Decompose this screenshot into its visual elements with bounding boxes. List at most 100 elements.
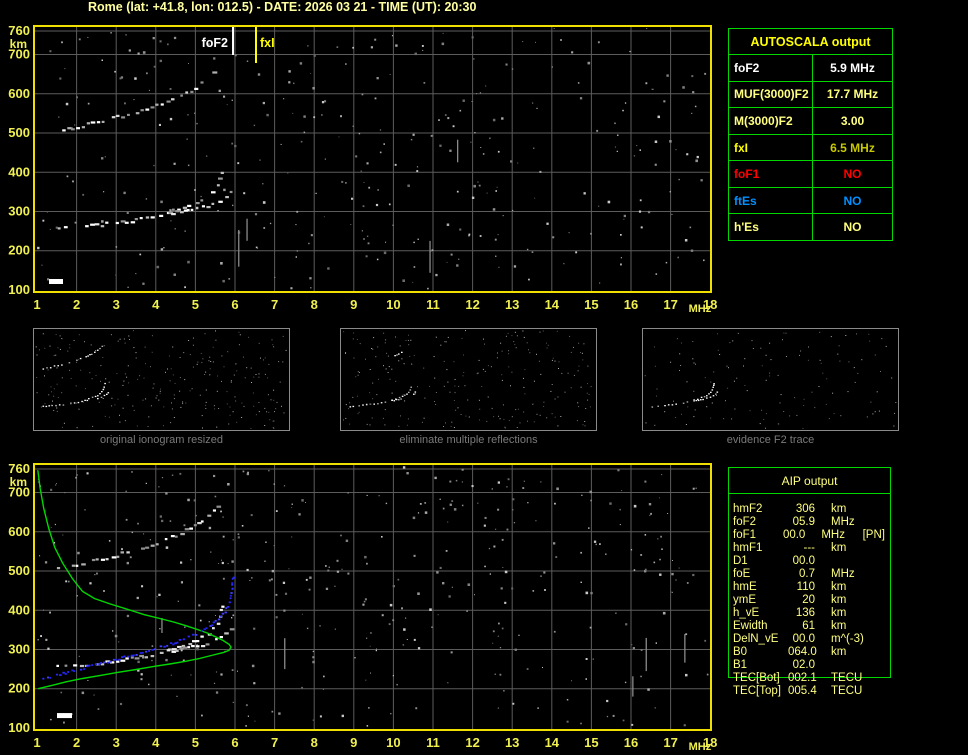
aip-u-cell: MHz [821,529,845,541]
parameter-label: fxI [729,134,813,161]
aip-l-cell: hmF2 [733,503,763,515]
autoscala-row-foF2: foF2 5.9 MHz [729,55,892,82]
parameter-label: foF2 [729,55,813,81]
parameter-value: 17.7 MHz [826,87,879,102]
thumbnail-caption-evidence: evidence F2 trace [726,434,815,446]
svg-text:6: 6 [231,297,238,312]
fxI-marker-label: fxI [260,36,275,50]
grid-lines [35,465,710,729]
svg-text:300: 300 [8,204,30,219]
aip-l-cell: foF2 [733,516,757,528]
aip-u-cell: km [831,503,847,515]
aip-row-B1: B1 02.0 [733,659,885,672]
svg-text:600: 600 [8,86,30,101]
thumbnail-original-ionogram-image [35,330,287,429]
autoscala-output-table: AUTOSCALA output foF2 5.9 MHz MUF(3000)F2 1… [728,28,893,241]
svg-text:600: 600 [8,524,30,539]
svg-text:9: 9 [350,297,357,312]
aip-u-cell: km [831,620,847,632]
tec-bottom-row: TEC[Bot] 002.1 TECU [733,672,885,685]
aip-u-cell: m^(-3) [831,633,864,645]
autoscala-row-foF1: foF1 NO [729,161,892,188]
parameter-label: M(3000)F2 [729,108,813,134]
aip-u-cell: km [831,542,847,554]
aip-u-cell: km [831,646,847,658]
parameter-value: NO [843,193,862,208]
aip-row-foE: foE 0.7 MHz [733,568,885,581]
aip-table-title: AIP output [729,468,890,494]
parameter-label: MUF(3000)F2 [729,81,813,108]
parameter-value: NO [843,220,862,235]
aip-v-cell: 00.0 [782,529,806,541]
svg-text:760: 760 [8,23,30,38]
restored-trace-blue [42,576,235,680]
aip-u-cell [831,555,871,568]
x-axis-labels: 1 2 3 4 5 6 7 8 9 10 11 12 13 14 15 16 17 18MHz [33,297,717,315]
svg-text:11: 11 [426,297,440,312]
aip-v-cell: 064.0 [788,646,817,658]
svg-text:200: 200 [8,681,30,696]
parameter-value: 6.5 MHz [830,140,875,155]
svg-text:MHz: MHz [689,303,712,315]
tec-top-row: TEC[Top] 005.4 TECU [733,685,885,698]
svg-text:11: 11 [426,735,440,750]
aip-l-cell: hmF1 [733,542,763,554]
aip-u-cell: km [831,594,847,606]
aip-u-cell [831,659,871,672]
svg-text:3: 3 [113,297,120,312]
svg-text:15: 15 [584,735,598,750]
aip-l-cell: TEC[Top] [733,685,781,697]
svg-text:5: 5 [192,297,199,312]
aip-row-foF2: foF2 05.9 MHz [733,516,885,529]
aip-u-cell: km [831,607,847,619]
svg-text:3: 3 [113,735,120,750]
y-axis-labels: 760700600500400300200100km [8,461,30,735]
aip-row-hmE: hmE 110 km [733,581,885,594]
svg-text:200: 200 [8,243,30,258]
aip-l-cell: DelN_vE [733,633,779,645]
svg-text:400: 400 [8,164,30,179]
thumbnail-caption-original: original ionogram resized [100,434,223,446]
autoscala-row-fxI: fxI 6.5 MHz [729,134,892,162]
svg-text:7: 7 [271,297,278,312]
svg-text:2: 2 [73,297,80,312]
aip-e-cell: [PN] [862,529,885,541]
aip-row-foF1: foF1 00.0 MHz [PN] [733,529,885,542]
aip-v-cell: 002.1 [788,672,817,684]
aip-v-cell: 110 [796,581,815,593]
autoscala-table-title: AUTOSCALA output [729,29,892,55]
svg-text:km: km [10,37,27,51]
aip-l-cell: B1 [733,659,748,671]
aip-v-cell: --- [803,542,816,554]
aip-l-cell: B0 [733,646,748,658]
aip-row-ymE: ymE 20 km [733,594,885,607]
aip-row-D1: D1 00.0 [733,555,885,568]
aip-l-cell: foF1 [733,529,757,541]
y-axis-labels: 760700600500400300200100km [8,23,30,297]
svg-text:14: 14 [545,297,560,312]
svg-text:7: 7 [271,735,278,750]
aip-v-cell: 00.0 [792,555,815,567]
noise-layer [37,466,709,727]
aip-v-cell: 005.4 [788,685,817,697]
aip-table-rows: hmF2 306 km foF2 05.9 MHz foF1 00.0 MHz [PN] hmF1 -… [733,503,885,672]
svg-text:500: 500 [8,563,30,578]
svg-text:km: km [10,475,27,489]
aip-u-cell: MHz [831,568,855,580]
parameter-value: 3.00 [840,113,865,128]
thumbnail-caption-eliminate: eliminate multiple reflections [399,434,538,446]
thumbnail-evidence-f2-trace-image [644,331,897,429]
aip-v-cell: 00.0 [792,633,815,645]
svg-text:12: 12 [465,735,479,750]
svg-text:760: 760 [8,461,30,476]
aip-v-cell: 306 [795,503,815,515]
aip-v-cell: 136 [795,607,815,619]
svg-text:5: 5 [192,735,199,750]
aip-l-cell: foE [733,568,751,580]
svg-text:17: 17 [663,297,677,312]
x-axis-labels: 1 2 3 4 5 6 7 8 9 10 11 12 13 14 15 16 17 18MHz [33,735,717,753]
svg-text:100: 100 [8,720,30,735]
svg-text:8: 8 [311,297,318,312]
aip-u-cell: km [831,581,847,593]
svg-text:10: 10 [386,735,400,750]
